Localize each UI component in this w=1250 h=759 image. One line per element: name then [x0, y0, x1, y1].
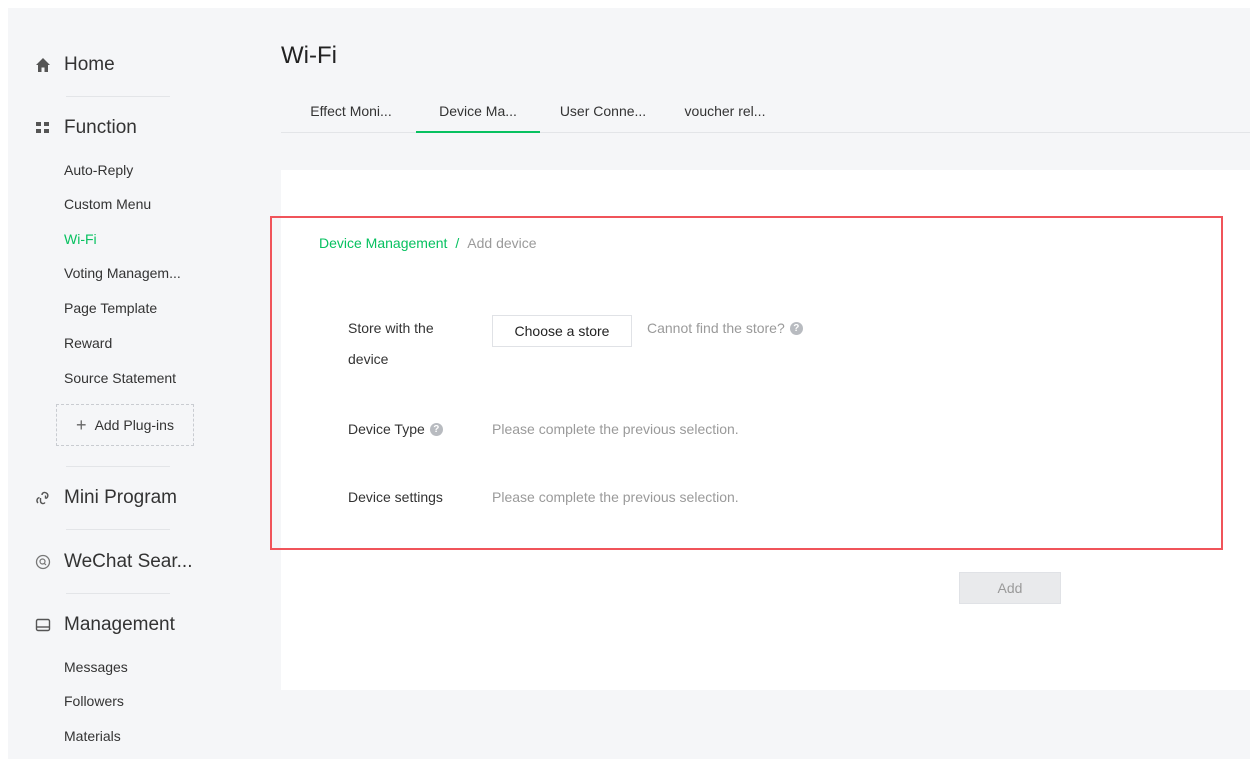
add-plugins-button[interactable]: + Add Plug-ins	[56, 404, 194, 446]
store-label: Store with the device	[348, 313, 434, 375]
sidebar-function-label: Function	[64, 117, 137, 138]
sidebar-item-custom-menu[interactable]: Custom Menu	[64, 193, 151, 215]
choose-store-button[interactable]: Choose a store	[492, 315, 632, 347]
sidebar-management-label: Management	[64, 614, 175, 635]
store-help-text: Cannot find the store?	[647, 320, 785, 336]
sidebar-item-page-template[interactable]: Page Template	[64, 297, 157, 319]
tab-device-management[interactable]: Device Ma...	[416, 90, 540, 133]
sidebar-divider	[66, 529, 170, 530]
page-title: Wi-Fi	[281, 42, 337, 69]
sidebar-divider	[66, 593, 170, 594]
sidebar-item-reward[interactable]: Reward	[64, 332, 112, 354]
device-settings-label: Device settings	[348, 489, 443, 505]
sidebar-function[interactable]: Function	[0, 113, 137, 143]
breadcrumb-device-management[interactable]: Device Management	[319, 235, 447, 251]
store-label-line1: Store with the	[348, 320, 434, 336]
link-icon	[30, 490, 56, 506]
tab-user-connection[interactable]: User Conne...	[553, 90, 653, 132]
sidebar-wechat-search-label: WeChat Sear...	[64, 551, 193, 572]
search-circle-icon	[30, 554, 56, 570]
sidebar-wechat-search[interactable]: WeChat Sear...	[0, 547, 193, 577]
breadcrumb: Device Management / Add device	[319, 235, 537, 251]
sidebar-item-followers[interactable]: Followers	[64, 690, 124, 712]
sidebar-item-messages[interactable]: Messages	[64, 656, 128, 678]
sidebar-management[interactable]: Management	[0, 610, 175, 640]
help-icon[interactable]: ?	[429, 423, 443, 436]
tab-bar: Effect Moni... Device Ma... User Conne..…	[281, 90, 1250, 133]
tab-effect-monitoring[interactable]: Effect Moni...	[303, 90, 399, 132]
store-label-line2: device	[348, 351, 389, 367]
device-type-hint: Please complete the previous selection.	[492, 421, 739, 437]
help-icon[interactable]: ?	[789, 321, 803, 335]
add-plugins-label: Add Plug-ins	[94, 417, 174, 433]
device-type-label: Device Type ?	[348, 414, 443, 445]
sidebar-item-source-statement[interactable]: Source Statement	[64, 367, 176, 389]
sidebar-home[interactable]: Home	[0, 50, 115, 80]
sidebar-home-label: Home	[64, 54, 115, 75]
sidebar-divider	[66, 466, 170, 467]
sidebar-item-materials[interactable]: Materials	[64, 725, 121, 747]
breadcrumb-current: Add device	[467, 235, 537, 251]
sidebar-item-auto-reply[interactable]: Auto-Reply	[64, 159, 133, 181]
inbox-icon	[30, 617, 56, 633]
sidebar-mini-program-label: Mini Program	[64, 487, 177, 508]
device-settings-hint: Please complete the previous selection.	[492, 489, 739, 505]
sidebar-item-wifi[interactable]: Wi-Fi	[64, 228, 97, 250]
add-button[interactable]: Add	[959, 572, 1061, 604]
device-type-label-text: Device Type	[348, 421, 425, 437]
grid-icon	[30, 120, 56, 136]
home-icon	[30, 57, 56, 73]
breadcrumb-separator: /	[455, 235, 460, 251]
tab-voucher-release[interactable]: voucher rel...	[675, 90, 775, 132]
sidebar-mini-program[interactable]: Mini Program	[0, 483, 177, 513]
sidebar-divider	[66, 96, 170, 97]
sidebar-item-voting-management[interactable]: Voting Managem...	[64, 262, 181, 284]
plus-icon: +	[76, 414, 87, 435]
store-help: Cannot find the store? ?	[647, 320, 803, 336]
